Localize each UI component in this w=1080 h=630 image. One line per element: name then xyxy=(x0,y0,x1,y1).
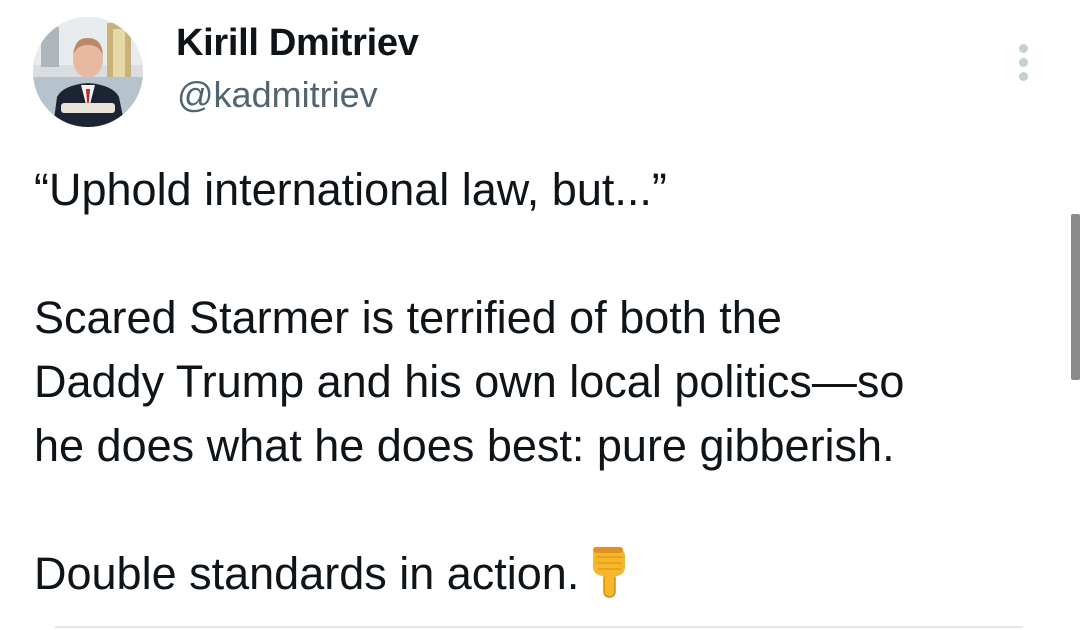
more-options-button[interactable] xyxy=(1008,38,1038,86)
tweet-line: he does what he does best: pure gibberis… xyxy=(34,420,895,471)
more-dot xyxy=(1019,44,1028,53)
backhand-index-pointing-down-icon xyxy=(587,545,631,616)
tweet-line: “Uphold international law, but...” xyxy=(34,164,667,215)
tweet-text: “Uphold international law, but...” Scare… xyxy=(34,158,1054,616)
avatar-photo xyxy=(33,17,143,127)
divider xyxy=(55,626,1023,628)
more-dot xyxy=(1019,72,1028,81)
author-display-name[interactable]: Kirill Dmitriev xyxy=(176,20,419,66)
tweet-line: Scared Starmer is terrified of both the xyxy=(34,292,782,343)
tweet-line: Daddy Trump and his own local politics—s… xyxy=(34,356,905,407)
author-handle[interactable]: @kadmitriev xyxy=(177,73,378,117)
tweet-last-line: Double standards in action. xyxy=(34,542,1054,616)
tweet-line: Double standards in action. xyxy=(34,548,580,599)
avatar[interactable] xyxy=(33,17,143,127)
scrollbar[interactable] xyxy=(1071,214,1080,380)
more-dot xyxy=(1019,58,1028,67)
